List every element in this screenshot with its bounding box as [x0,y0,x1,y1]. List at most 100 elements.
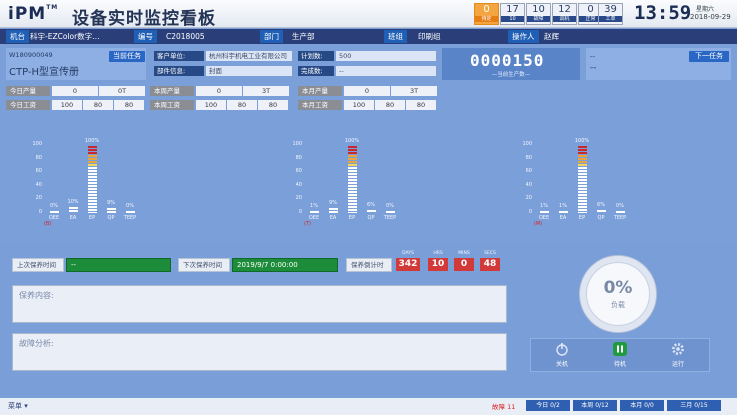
bar-value-label: 0% [50,203,58,209]
stat-row-value: 80 [375,100,405,110]
counter-panel: 0000150 —当前生产数— [442,48,580,80]
bar-value-label: 1% [559,203,567,209]
y-tick-label: 20 [35,195,42,202]
x-tick-label: QP [107,215,115,221]
standby-label: 待机 [613,361,626,368]
y-tick-label: 60 [35,168,42,175]
y-tick-label: 0 [38,209,42,215]
stat-total[interactable]: 17 10 [500,3,525,25]
stat-row-value: 100 [196,100,226,110]
production-counter: 0000150 [470,51,545,70]
load-percent: 0% [603,278,633,298]
x-tick-label: EA [559,215,567,221]
bar-value-label: 9% [329,199,337,206]
next-task-line2: -- [590,63,597,73]
maintenance-content-box[interactable]: 保养内容: [12,285,507,323]
order-number: W180900049 [9,51,53,59]
efficiency-chart: 100 80 60 40 20 0 0% OEE 10% EA 100% EP 9% QP 0% TEEP (B… [30,138,150,229]
chart-bar [50,210,59,213]
footer-bar: 菜单 ▾ 故障 11 今日 0/2 本周 0/12 本月 0/0 三月 0/15 [0,398,737,415]
stat-fault[interactable]: 10 故障 [526,3,551,25]
bar-value-label: 100% [574,138,590,144]
chart-tag: (B) [44,221,52,227]
y-tick-label: 80 [525,154,532,161]
chart-bar [616,210,625,213]
task-panel: W180900049 当前任务 CTP-H型宣传册 [6,48,146,80]
shutdown-button[interactable]: 关机 [549,342,575,368]
stat-row-value: 3T [391,86,437,96]
team-label: 班组 [384,30,407,43]
footer-today[interactable]: 今日 0/2 [526,400,570,411]
stat-pending[interactable]: 0 待定 [474,3,499,25]
chart-bar [310,210,319,213]
stat-orders[interactable]: 39 工单 [598,3,623,25]
chart-bar [597,209,606,213]
current-task-button[interactable]: 当前任务 [109,51,145,62]
stat-adjust[interactable]: 12 调机 [552,3,577,25]
counter-caption: —当前生产数— [491,72,531,78]
y-tick-label: 20 [295,195,302,202]
x-tick-label: QP [367,215,375,221]
efficiency-chart: 100 80 60 40 20 0 1% OEE 1% EA 100% EP 6% QP 0% TEEP (M) [520,138,640,229]
y-tick-label: 20 [525,195,532,202]
stat-row-label: 本月产量 [298,86,342,96]
days-caption: DAYS [402,251,414,256]
fault-count[interactable]: 故障 11 [492,401,515,411]
part-info-value: 封面 [206,66,292,76]
clock: 13:59 [634,2,692,24]
y-tick-label: 0 [528,209,532,215]
next-task-line1: -- [590,53,596,61]
chart-bar [540,210,549,213]
last-maintenance-label: 上次保养时间 [12,258,64,272]
bar-value-label: 1% [540,203,548,209]
machine-label: 机台 [6,30,29,43]
chevron-down-icon: ▾ [24,402,28,410]
machine-value[interactable]: 科宇-EZColor数字… [30,30,100,43]
countdown-days: 342 [396,258,420,271]
fault-analysis-box[interactable]: 故障分析: [12,333,507,371]
chart-tag: (M) [534,221,543,227]
countdown-hours: 10 [428,258,448,271]
plan-label: 计划数: [298,51,334,61]
app-logo: iPMTM [8,4,59,24]
standby-button[interactable]: 待机 [607,342,633,368]
footer-week[interactable]: 本周 0/12 [573,400,617,411]
x-tick-label: TEEP [383,215,397,221]
chart-bar [348,145,357,213]
shutdown-label: 关机 [555,361,568,368]
stat-row-label: 本周产量 [150,86,194,96]
next-task-panel: -- -- 下一任务 [586,48,731,80]
operator-label: 操作人 [508,30,539,43]
next-maintenance-value: 2019/9/7 0:00:00 [232,258,338,272]
y-tick-label: 80 [35,154,42,161]
chart-bar [88,145,97,213]
pause-icon [607,342,633,359]
run-label: 运行 [671,361,684,368]
menu-button[interactable]: 菜单 ▾ [8,401,28,411]
secs-caption: SECS [484,251,496,256]
chart-bar [69,206,78,213]
x-tick-label: EA [329,215,337,221]
bar-value-label: 0% [616,203,624,209]
bar-value-label: 1% [310,203,318,209]
stat-row-value: 100 [52,100,82,110]
operator-value: 赵辉 [544,32,559,41]
next-maintenance-label: 下次保养时间 [178,258,230,272]
app-header: iPMTM 设备实时监控看板 0 待定 17 10 10 故障 12 调机 0 正常 39… [0,0,737,29]
run-button[interactable]: 运行 [665,342,691,368]
footer-quarter[interactable]: 三月 0/15 [667,400,721,411]
bar-value-label: 100% [84,138,100,144]
done-value: -- [336,66,436,76]
countdown-label: 保养倒计时 [346,258,392,272]
x-tick-label: EP [578,215,586,221]
stat-row-value: 80 [114,100,144,110]
bar-value-label: 10% [67,199,79,206]
product-name: CTP-H型宣传册 [9,67,80,78]
next-task-button[interactable]: 下一任务 [689,51,729,62]
chart-bar [107,207,116,213]
power-icon [549,342,575,359]
x-tick-label: EA [69,215,77,221]
footer-month[interactable]: 本月 0/0 [620,400,664,411]
bar-value-label: 9% [107,199,115,206]
y-tick-label: 60 [525,168,532,175]
